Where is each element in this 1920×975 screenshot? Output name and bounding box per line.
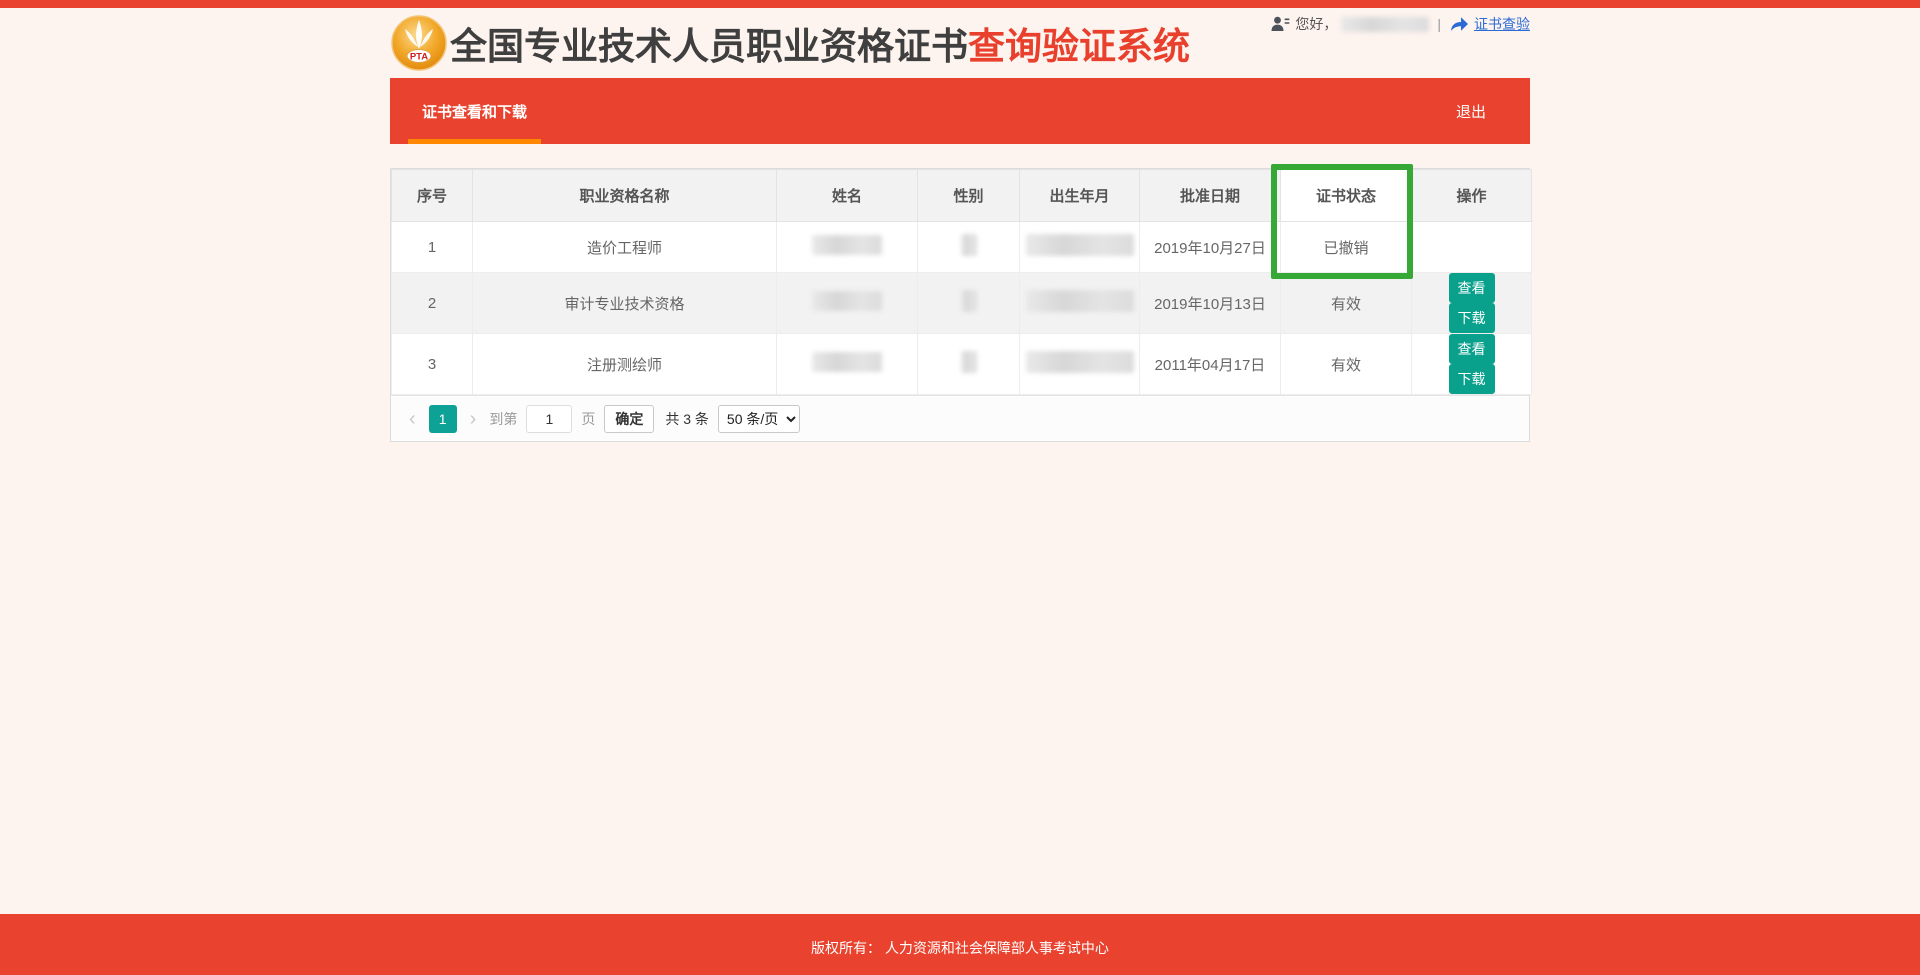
- cell-status: 有效: [1281, 334, 1412, 395]
- blurred-username: [1341, 17, 1429, 32]
- page-title-accent: 查询验证系统: [968, 26, 1190, 67]
- pta-logo-icon: PTA: [390, 14, 448, 72]
- cell-name-blurred: [777, 334, 918, 395]
- table-header-row: 序号 职业资格名称 姓名 性别 出生年月 批准日期 证书状态 操作: [392, 170, 1532, 222]
- col-header-name: 姓名: [777, 170, 918, 222]
- top-red-strip: [0, 0, 1920, 8]
- user-icon: [1271, 16, 1290, 32]
- share-arrow-icon: [1449, 16, 1469, 32]
- cell-birth-blurred: [1020, 334, 1140, 395]
- cell-no: 1: [392, 222, 473, 273]
- cell-actions: 查看 下载: [1412, 273, 1532, 334]
- download-button[interactable]: 下载: [1449, 364, 1495, 394]
- table-row: 3 注册测绘师 2011年04月17日 有效 查看 下载: [392, 334, 1532, 395]
- brand: PTA 全国专业技术人员职业资格证书查询验证系统: [390, 14, 1190, 72]
- cell-status: 有效: [1281, 273, 1412, 334]
- copyright-text: 版权所有： 人力资源和社会保障部人事考试中心: [0, 914, 1920, 958]
- cell-actions: 查看 下载: [1412, 334, 1532, 395]
- goto-page-suffix-label: 页: [581, 409, 595, 429]
- tab-view-and-download[interactable]: 证书查看和下载: [408, 78, 541, 144]
- cell-gender-blurred: [918, 334, 1020, 395]
- greeting-label: 您好，: [1295, 14, 1337, 34]
- cell-qualification: 审计专业技术资格: [473, 273, 777, 334]
- pta-logo-text: PTA: [410, 52, 428, 63]
- blurred-name: [812, 352, 882, 372]
- col-header-approval-date: 批准日期: [1140, 170, 1281, 222]
- site-header: PTA 全国专业技术人员职业资格证书查询验证系统 您好， |: [390, 8, 1530, 78]
- cell-gender-blurred: [918, 273, 1020, 334]
- page-title-main: 全国专业技术人员职业资格证书: [450, 26, 968, 67]
- table-row: 1 造价工程师 2019年10月27日 已撤销: [392, 222, 1532, 273]
- certificate-table: 序号 职业资格名称 姓名 性别 出生年月 批准日期 证书状态 操作 1 造价工程…: [391, 169, 1532, 395]
- page-size-select[interactable]: 50 条/页: [718, 405, 800, 433]
- cell-qualification: 注册测绘师: [473, 334, 777, 395]
- table-row: 2 审计专业技术资格 2019年10月13日 有效 查看 下载: [392, 273, 1532, 334]
- goto-page-prefix-label: 到第: [489, 409, 517, 429]
- divider: |: [1437, 16, 1441, 32]
- user-area: 您好， | 证书查验: [1271, 14, 1530, 34]
- cell-no: 3: [392, 334, 473, 395]
- col-header-status: 证书状态: [1281, 170, 1412, 222]
- confirm-page-button[interactable]: 确定: [604, 405, 654, 433]
- certificate-verify-link[interactable]: 证书查验: [1449, 14, 1530, 34]
- blurred-birth: [1026, 234, 1134, 256]
- logout-button[interactable]: 退出: [1456, 101, 1486, 122]
- cell-name-blurred: [777, 222, 918, 273]
- view-button[interactable]: 查看: [1449, 273, 1495, 303]
- cell-actions-empty: [1412, 222, 1532, 273]
- footer: 版权所有： 人力资源和社会保障部人事考试中心: [0, 914, 1920, 975]
- prev-page-chevron[interactable]: ‹: [405, 409, 420, 429]
- blurred-birth: [1026, 351, 1134, 373]
- certificate-table-container: 序号 职业资格名称 姓名 性别 出生年月 批准日期 证书状态 操作 1 造价工程…: [390, 168, 1530, 442]
- cell-no: 2: [392, 273, 473, 334]
- col-header-qualification: 职业资格名称: [473, 170, 777, 222]
- cell-approval-date: 2019年10月13日: [1140, 273, 1281, 334]
- navbar: 证书查看和下载 退出: [390, 78, 1530, 144]
- blurred-gender: [961, 351, 977, 373]
- blurred-gender: [961, 290, 977, 312]
- col-header-no: 序号: [392, 170, 473, 222]
- blurred-name: [812, 235, 882, 255]
- cell-name-blurred: [777, 273, 918, 334]
- next-page-chevron[interactable]: ›: [466, 409, 481, 429]
- current-page-button[interactable]: 1: [429, 405, 457, 433]
- col-header-birth: 出生年月: [1020, 170, 1140, 222]
- cell-approval-date: 2019年10月27日: [1140, 222, 1281, 273]
- page-number-input[interactable]: [526, 405, 572, 433]
- col-header-actions: 操作: [1412, 170, 1532, 222]
- page: PTA 全国专业技术人员职业资格证书查询验证系统 您好， |: [0, 0, 1920, 442]
- download-button[interactable]: 下载: [1449, 303, 1495, 333]
- view-button[interactable]: 查看: [1449, 334, 1495, 364]
- pagination-bar: ‹ 1 › 到第 页 确定 共 3 条 50 条/页: [391, 395, 1529, 441]
- total-count-label: 共 3 条: [665, 409, 709, 429]
- cell-birth-blurred: [1020, 273, 1140, 334]
- cell-birth-blurred: [1020, 222, 1140, 273]
- cell-gender-blurred: [918, 222, 1020, 273]
- tab-view-and-download-label: 证书查看和下载: [422, 101, 527, 122]
- blurred-birth: [1026, 290, 1134, 312]
- cell-qualification: 造价工程师: [473, 222, 777, 273]
- active-tab-underline: [408, 139, 541, 144]
- cell-status: 已撤销: [1281, 222, 1412, 273]
- page-title: 全国专业技术人员职业资格证书查询验证系统: [450, 16, 1190, 70]
- certificate-verify-label: 证书查验: [1474, 14, 1530, 34]
- blurred-name: [812, 291, 882, 311]
- blurred-gender: [961, 234, 977, 256]
- cell-approval-date: 2011年04月17日: [1140, 334, 1281, 395]
- col-header-gender: 性别: [918, 170, 1020, 222]
